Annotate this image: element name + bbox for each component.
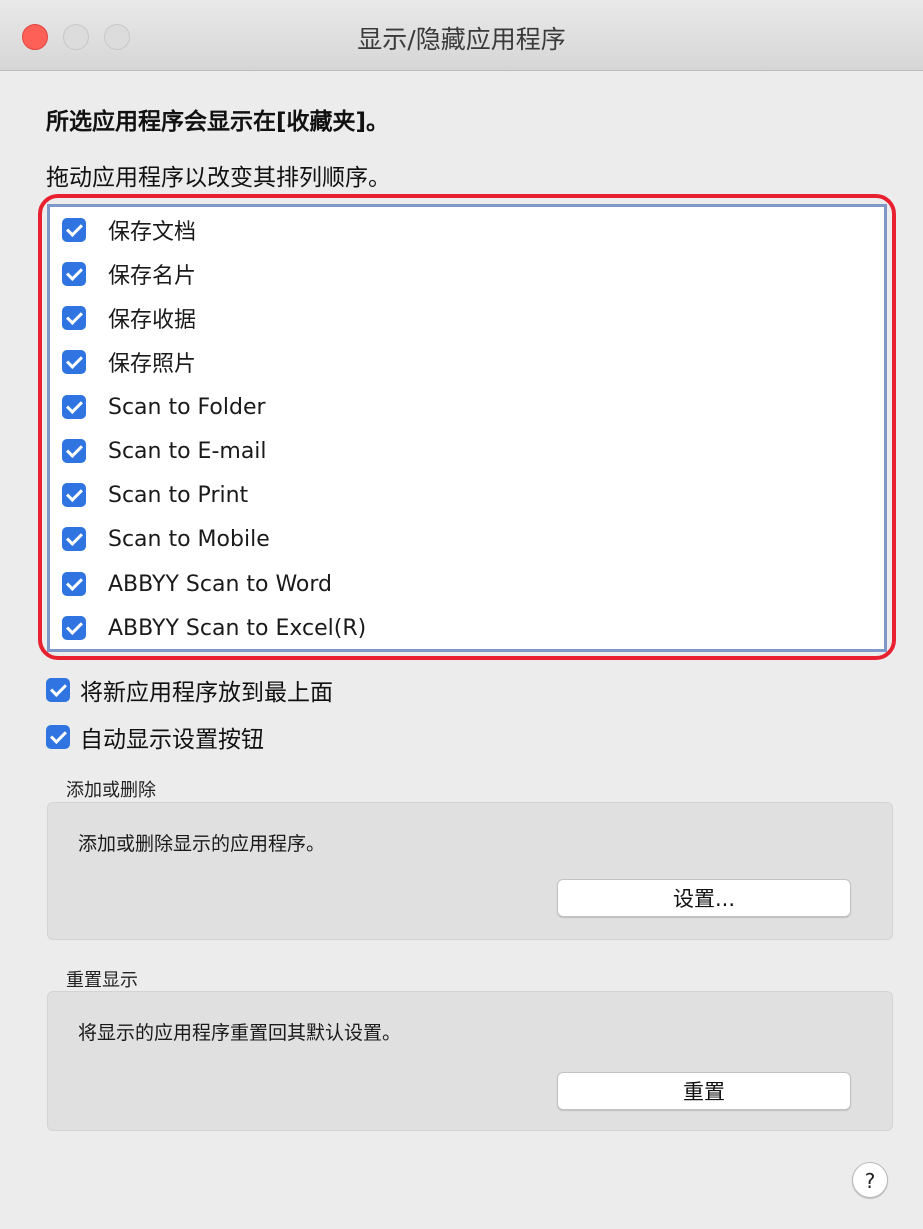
checkmark-icon[interactable] [62, 350, 86, 374]
checkmark-icon[interactable] [46, 725, 70, 749]
list-item-scan-to-print[interactable]: Scan to Print [62, 475, 862, 515]
list-item-label: 保存收据 [108, 308, 197, 333]
list-item-label: Scan to E-mail [108, 438, 267, 464]
help-icon[interactable]: ? [852, 1162, 888, 1198]
show-hide-apps-window: 显示/隐藏应用程序 所选应用程序会显示在[收藏夹]。 拖动应用程序以改变其排列顺… [0, 0, 923, 1229]
list-item-save-receipt[interactable]: 保存收据 [62, 298, 862, 338]
list-item-save-document[interactable]: 保存文档 [62, 210, 862, 250]
new-apps-on-top-label: 将新应用程序放到最上面 [80, 680, 333, 706]
list-item-label: 保存照片 [108, 352, 197, 377]
new-apps-on-top-option[interactable]: 将新应用程序放到最上面 [46, 672, 333, 708]
checkmark-icon[interactable] [62, 616, 86, 640]
reset-display-group: 将显示的应用程序重置回其默认设置。 重置 [47, 991, 893, 1131]
checkmark-icon[interactable] [62, 218, 86, 242]
list-item-scan-to-email[interactable]: Scan to E-mail [62, 431, 862, 471]
checkmark-icon[interactable] [62, 439, 86, 463]
title-bar[interactable]: 显示/隐藏应用程序 [0, 0, 923, 71]
app-list[interactable]: 保存文档 保存名片 保存收据 保存照片 Scan to Folder Scan … [47, 204, 887, 652]
add-remove-section-title: 添加或删除 [66, 780, 156, 801]
list-item-label: 保存名片 [108, 264, 197, 289]
checkmark-icon[interactable] [62, 483, 86, 507]
checkmark-icon[interactable] [62, 306, 86, 330]
add-remove-description: 添加或删除显示的应用程序。 [78, 833, 326, 855]
list-item-label: ABBYY Scan to Excel(R) [108, 615, 367, 641]
list-item-label: Scan to Folder [108, 394, 266, 420]
list-item-abbyy-scan-to-excel[interactable]: ABBYY Scan to Excel(R) [62, 608, 862, 648]
add-remove-group: 添加或删除显示的应用程序。 设置... [47, 802, 893, 940]
list-item-abbyy-scan-to-word[interactable]: ABBYY Scan to Word [62, 564, 862, 604]
instruction-favorites: 所选应用程序会显示在[收藏夹]。 [46, 109, 390, 135]
checkmark-icon[interactable] [62, 527, 86, 551]
checkmark-icon[interactable] [62, 395, 86, 419]
reset-display-section-title: 重置显示 [66, 970, 138, 991]
checkmark-icon[interactable] [62, 262, 86, 286]
reset-display-description: 将显示的应用程序重置回其默认设置。 [78, 1022, 402, 1044]
auto-show-settings-label: 自动显示设置按钮 [80, 727, 264, 753]
list-item-label: 保存文档 [108, 220, 197, 245]
window-title: 显示/隐藏应用程序 [357, 25, 566, 54]
settings-button[interactable]: 设置... [557, 879, 851, 917]
auto-show-settings-option[interactable]: 自动显示设置按钮 [46, 719, 264, 755]
list-item-scan-to-mobile[interactable]: Scan to Mobile [62, 519, 862, 559]
checkmark-icon[interactable] [62, 572, 86, 596]
reset-button[interactable]: 重置 [557, 1072, 851, 1110]
list-item-label: Scan to Mobile [108, 526, 270, 552]
instruction-drag-order: 拖动应用程序以改变其排列顺序。 [46, 165, 391, 191]
list-item-save-photo[interactable]: 保存照片 [62, 342, 862, 382]
checkmark-icon[interactable] [46, 678, 70, 702]
list-item-label: ABBYY Scan to Word [108, 571, 333, 597]
list-item-label: Scan to Print [108, 482, 249, 508]
list-item-save-business-card[interactable]: 保存名片 [62, 254, 862, 294]
list-item-scan-to-folder[interactable]: Scan to Folder [62, 387, 862, 427]
